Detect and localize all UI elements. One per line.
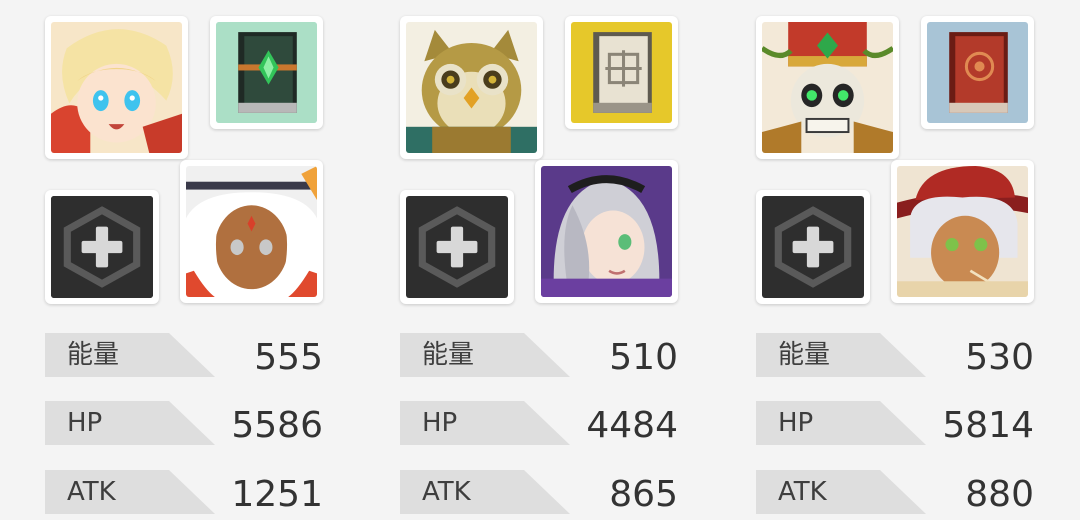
leader-portrait-slot[interactable]: [756, 16, 899, 159]
stat-value-energy: 510: [609, 337, 678, 378]
red-tome-icon: [927, 22, 1028, 123]
green-gem-tome-icon: [216, 22, 317, 123]
stat-value-hp: 5586: [231, 405, 323, 446]
team-column-3: 能量 530 HP 5814 ATK 880: [756, 0, 1056, 518]
stat-value-energy: 555: [254, 337, 323, 378]
stat-label-energy: 能量: [67, 340, 120, 370]
stat-label-atk: ATK: [422, 477, 471, 507]
stat-label-hp: HP: [422, 408, 458, 438]
grey-rune-tome-icon: [571, 22, 672, 123]
stat-value-hp: 5814: [942, 405, 1034, 446]
stat-row-hp: HP 4484: [400, 401, 678, 446]
stat-label-hp: HP: [67, 408, 103, 438]
stat-value-atk: 1251: [231, 474, 323, 515]
support-portrait-slot[interactable]: [891, 160, 1034, 303]
stat-label-energy: 能量: [422, 340, 475, 370]
skull-king-portrait-icon: [762, 22, 893, 153]
support-portrait-slot[interactable]: [535, 160, 678, 303]
empty-slot-button[interactable]: [400, 190, 514, 304]
add-slot-icon: [51, 196, 153, 298]
team-column-1: 能量 555 HP 5586 ATK 1251: [45, 0, 345, 518]
support-portrait-slot[interactable]: [180, 160, 323, 303]
stat-value-hp: 4484: [586, 405, 678, 446]
team-column-2: 能量 510 HP 4484 ATK 865: [400, 0, 700, 518]
empty-slot-button[interactable]: [45, 190, 159, 304]
stat-label-energy: 能量: [778, 340, 831, 370]
stat-label-hp: HP: [778, 408, 814, 438]
equipped-book-slot[interactable]: [565, 16, 678, 129]
add-slot-icon: [406, 196, 508, 298]
stat-row-energy: 能量 530: [756, 333, 1034, 378]
stat-row-atk: ATK 865: [400, 470, 678, 515]
stat-row-energy: 能量 555: [45, 333, 323, 378]
stat-label-atk: ATK: [778, 477, 827, 507]
white-hair-girl-portrait-icon: [186, 166, 317, 297]
equipped-book-slot[interactable]: [210, 16, 323, 129]
stat-row-hp: HP 5586: [45, 401, 323, 446]
silver-hair-girl-portrait-icon: [541, 166, 672, 297]
stat-row-energy: 能量 510: [400, 333, 678, 378]
stat-value-atk: 880: [965, 474, 1034, 515]
blonde-girl-portrait-icon: [51, 22, 182, 153]
add-slot-icon: [762, 196, 864, 298]
leader-portrait-slot[interactable]: [400, 16, 543, 159]
stat-row-hp: HP 5814: [756, 401, 1034, 446]
cowboy-hat-portrait-icon: [897, 166, 1028, 297]
stat-value-atk: 865: [609, 474, 678, 515]
owl-portrait-icon: [406, 22, 537, 153]
stat-row-atk: ATK 880: [756, 470, 1034, 515]
empty-slot-button[interactable]: [756, 190, 870, 304]
equipped-book-slot[interactable]: [921, 16, 1034, 129]
stat-value-energy: 530: [965, 337, 1034, 378]
stat-row-atk: ATK 1251: [45, 470, 323, 515]
leader-portrait-slot[interactable]: [45, 16, 188, 159]
stat-label-atk: ATK: [67, 477, 116, 507]
